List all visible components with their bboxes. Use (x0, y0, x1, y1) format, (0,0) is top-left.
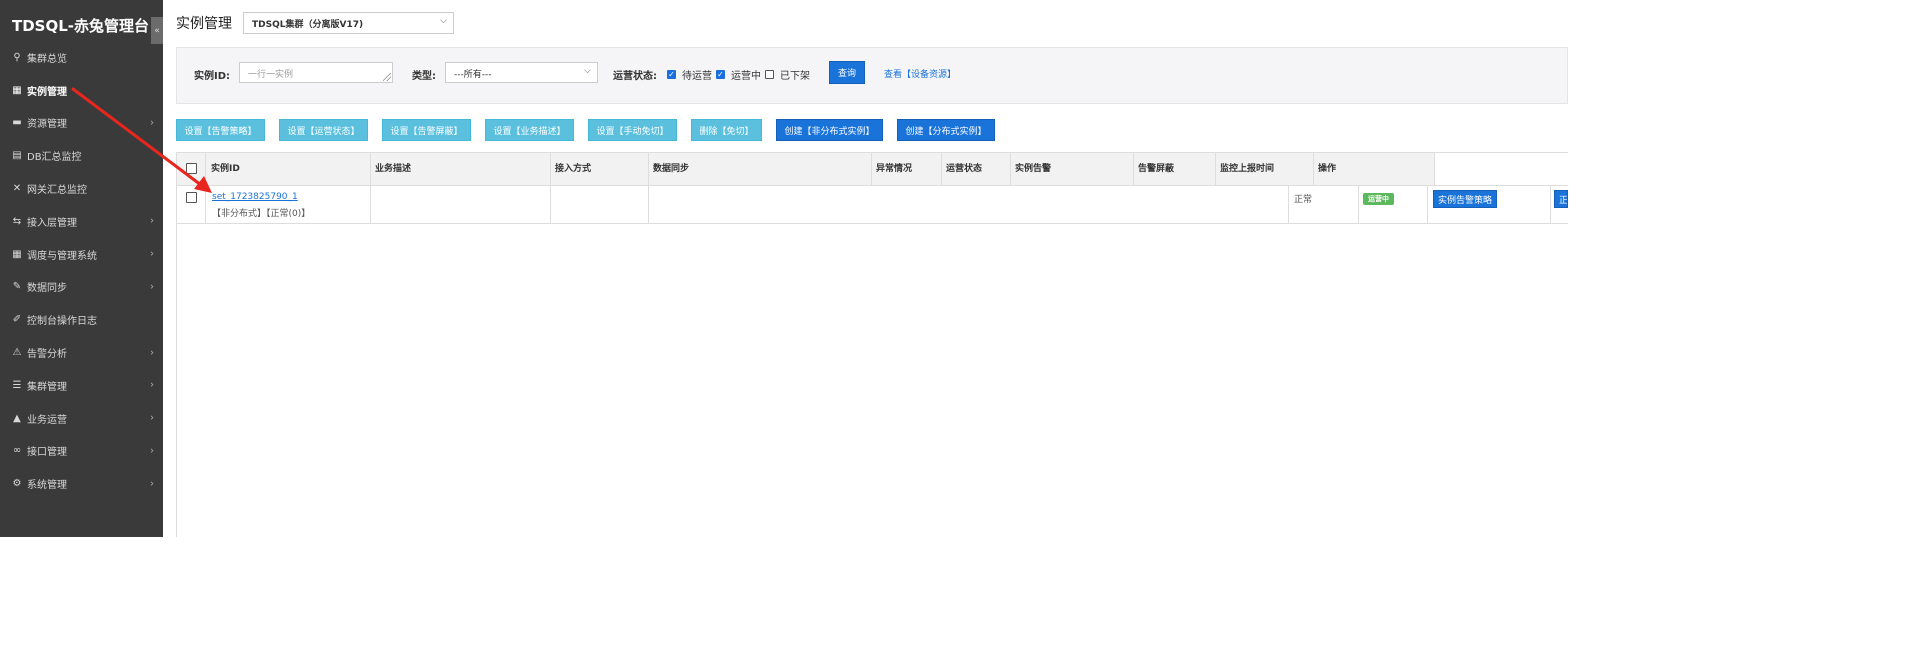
annotation-arrow-icon (71, 87, 212, 193)
